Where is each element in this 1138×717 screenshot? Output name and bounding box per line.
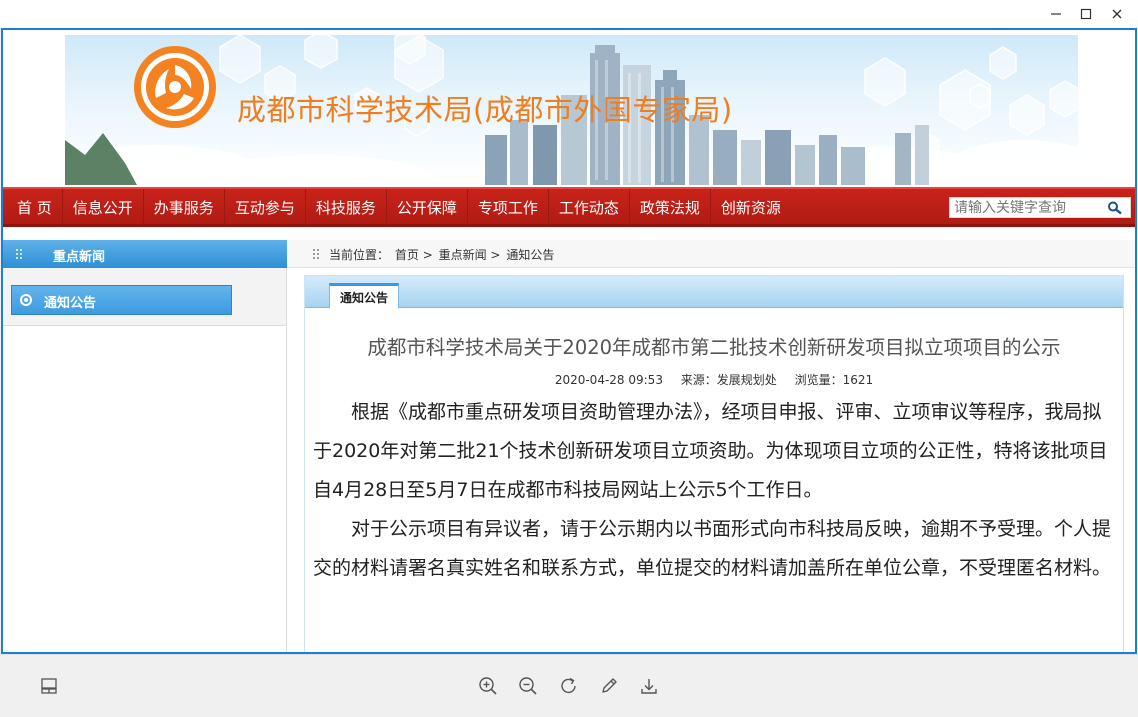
zoom-in-icon[interactable] (475, 673, 501, 699)
breadcrumb-prefix: 当前位置： (329, 248, 390, 262)
grip-icon (313, 249, 319, 259)
sidebar-heading: 重点新闻 (53, 250, 106, 265)
nav-item-disclosure-guarantee[interactable]: 公开保障 (387, 189, 468, 225)
breadcrumb-separator: > (422, 248, 433, 262)
breadcrumb: 当前位置： 首页 > 重点新闻 > 通知公告 (329, 246, 554, 263)
search-box (949, 197, 1131, 218)
zoom-out-icon[interactable] (515, 673, 541, 699)
site-title: 成都市科学技术局(成都市外国专家局) (237, 93, 733, 127)
nav-item-interaction[interactable]: 互动参与 (225, 189, 306, 225)
breadcrumb-current[interactable]: 通知公告 (506, 248, 554, 262)
search-icon (1108, 201, 1122, 214)
nav-list: 首 页信息公开 办事服务 互动参与 科技服务 公开保障 专项工作 工作动态 政策法规 创新资源 (7, 189, 791, 225)
nav-item-services[interactable]: 办事服务 (144, 189, 225, 225)
image-frame: 成都市科学技术局(成都市外国专家局) 首 页信息公开 办事服务 互动参与 科技服务 公开… (1, 28, 1137, 654)
download-icon[interactable] (636, 673, 662, 699)
nav-item-tech-services[interactable]: 科技服务 (306, 189, 387, 225)
nav-item-home[interactable]: 首 页 (7, 189, 63, 225)
nav-item-innovation-resources[interactable]: 创新资源 (711, 189, 791, 225)
sidebar-item-notices[interactable]: 通知公告 (11, 285, 232, 315)
layout-icon[interactable] (36, 673, 62, 699)
nav-item-special-work[interactable]: 专项工作 (468, 189, 549, 225)
nav-item-policies[interactable]: 政策法规 (630, 189, 711, 225)
tab-notices[interactable]: 通知公告 (329, 283, 400, 309)
minimize-icon[interactable] (1041, 4, 1071, 24)
edit-icon[interactable] (596, 673, 622, 699)
breadcrumb-separator: > (490, 248, 501, 262)
sidebar-header: 重点新闻 (3, 240, 287, 274)
rotate-icon[interactable] (556, 673, 582, 699)
article-date: 2020-04-28 09:53 (554, 373, 663, 387)
viewer-toolbar (0, 654, 1138, 717)
viewer-titlebar (0, 0, 1138, 28)
breadcrumb-section[interactable]: 重点新闻 (439, 248, 487, 262)
article-source: 来源：发展规划处 (680, 373, 777, 387)
bureau-logo-icon (134, 46, 216, 128)
sidebar-empty-area (3, 327, 287, 652)
breadcrumb-home[interactable]: 首页 (395, 248, 419, 262)
radio-selected-icon (20, 294, 32, 306)
article-tabstrip: 通知公告 (305, 276, 1123, 309)
article-meta: 2020-04-28 09:53 来源：发展规划处 浏览量：1621 (305, 371, 1123, 388)
article-paragraph: 根据《成都市重点研发项目资助管理办法》，经项目申报、评审、立项审议等程序，我局拟… (313, 401, 1108, 501)
article-body: 根据《成都市重点研发项目资助管理办法》，经项目申报、评审、立项审议等程序，我局拟… (313, 393, 1119, 588)
maximize-icon[interactable] (1071, 4, 1101, 24)
close-icon[interactable] (1102, 4, 1132, 24)
article-title: 成都市科学技术局关于2020年成都市第二批技术创新研发项目拟立项项目的公示 (367, 336, 1061, 359)
article-panel: 通知公告 成都市科学技术局关于2020年成都市第二批技术创新研发项目拟立项项目的… (304, 275, 1124, 652)
article-paragraph: 对于公示项目有异议者，请于公示期内以书面形式向市科技局反映，逾期不予受理。个人提… (313, 518, 1112, 579)
main-nav: 首 页信息公开 办事服务 互动参与 科技服务 公开保障 专项工作 工作动态 政策法规 创新资源 (3, 187, 1135, 227)
nav-item-work-news[interactable]: 工作动态 (549, 189, 630, 225)
nav-item-info-disclosure[interactable]: 信息公开 (63, 189, 144, 225)
article-views: 浏览量：1621 (794, 373, 874, 387)
search-input[interactable] (950, 198, 1098, 217)
site-banner: 成都市科学技术局(成都市外国专家局) (65, 35, 1078, 185)
left-sidebar: 重点新闻 通知公告 (3, 240, 287, 652)
search-button[interactable] (1100, 198, 1130, 217)
sidebar-item-label: 通知公告 (44, 296, 97, 311)
grip-icon (16, 249, 22, 259)
breadcrumb-bar: 当前位置： 首页 > 重点新闻 > 通知公告 (287, 240, 1135, 268)
sidebar-panel: 通知公告 (3, 268, 287, 326)
